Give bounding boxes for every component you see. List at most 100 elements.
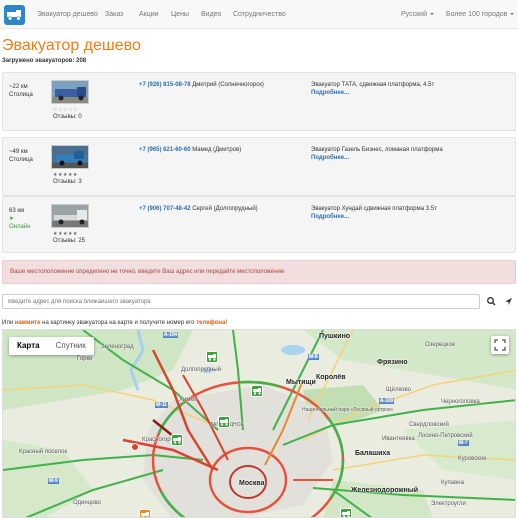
- search-button[interactable]: [484, 294, 499, 309]
- phone-number-link[interactable]: +7 (926) 815-08-78: [139, 82, 191, 88]
- location-status: Столица: [9, 157, 33, 163]
- truck-photo[interactable]: [51, 80, 89, 104]
- page-title: Эвакуатор дешево: [2, 37, 141, 54]
- loaded-count: Загружено эвакуаторов: 208: [2, 58, 87, 64]
- map-label: Озерецкое: [425, 342, 456, 348]
- nav-link-promotions[interactable]: Акции: [139, 11, 159, 18]
- map-label: Ивантеевка: [382, 436, 415, 442]
- current-location-pin[interactable]: [131, 443, 139, 451]
- tow-truck-card[interactable]: ~49 км Столица ★★★★★ Отзывы: 3 +7 (965) …: [2, 137, 516, 196]
- cities-dropdown[interactable]: Более 100 городов: [446, 11, 515, 18]
- rating-stars: ★★★★★: [53, 172, 78, 178]
- more-link[interactable]: Подробнее...: [311, 90, 349, 96]
- distance-block: ~22 км Столица: [9, 83, 33, 99]
- phone-line: +7 (926) 815-08-78 Дмитрий (Солнечногорс…: [139, 82, 264, 88]
- driver-name: Сергей (Долгопрудный): [192, 206, 258, 212]
- map-label: Щёлково: [386, 387, 411, 393]
- map-label: Пушкино: [319, 333, 351, 340]
- map-label: Лосино-Петровский: [418, 433, 473, 439]
- map-label: Долгопрудный: [181, 367, 222, 373]
- truck-description: Эвакуатор Хундай сдвижная платформа 3.5т: [311, 206, 437, 212]
- top-navbar: Эвакуатор дешево Заказ Акции Цены Видео …: [0, 0, 518, 29]
- hint-text: Или: [2, 320, 15, 326]
- distance-value: ~22 км: [9, 84, 28, 90]
- language-dropdown[interactable]: Русский: [401, 11, 434, 18]
- map-label: Королёв: [316, 374, 346, 381]
- truck-icon: [342, 511, 350, 517]
- hint-text: !: [225, 320, 228, 326]
- tow-truck-card[interactable]: ~22 км Столица ☆☆☆☆☆ Отзывы: 0 +7 (926) …: [2, 72, 516, 131]
- truck-icon: [173, 437, 181, 444]
- truck-photo[interactable]: [51, 145, 89, 169]
- tow-truck-marker[interactable]: [251, 385, 263, 397]
- tow-truck-marker[interactable]: [206, 351, 218, 363]
- road-badge: М-8: [308, 354, 319, 360]
- chevron-down-icon: [429, 13, 434, 16]
- nav-link-cheap-tow[interactable]: Эвакуатор дешево: [37, 11, 98, 18]
- hint-click-link[interactable]: нажмите: [15, 320, 41, 326]
- tab-map[interactable]: Карта: [9, 337, 48, 355]
- phone-number-link[interactable]: +7 (965) 621-60-60: [139, 147, 191, 153]
- more-link[interactable]: Подробнее...: [311, 214, 349, 220]
- hint-text: на картинку эвакуатора на карте и получи…: [40, 320, 197, 326]
- chevron-down-icon: [510, 13, 515, 16]
- reviews-count: Отзывы: 0: [53, 114, 82, 120]
- map-label: Балашиха: [355, 450, 391, 457]
- nav-link-order[interactable]: Заказ: [105, 11, 123, 18]
- more-link[interactable]: Подробнее...: [311, 155, 349, 161]
- nav-link-video[interactable]: Видео: [201, 11, 221, 18]
- map-label: Фрязино: [377, 359, 408, 366]
- map-label: Мытищи: [286, 379, 316, 386]
- truck-icon: [208, 354, 216, 361]
- rating-stars: ★★★★★: [53, 231, 78, 237]
- reviews-count: Отзывы: 25: [53, 238, 85, 244]
- phone-line: +7 (906) 707-48-42 Сергей (Долгопрудный): [139, 206, 258, 212]
- tab-satellite[interactable]: Спутник: [48, 337, 94, 355]
- phone-line: +7 (965) 621-60-60 Мамед (Дмитров): [139, 147, 241, 153]
- language-label: Русский: [401, 11, 427, 18]
- truck-photo[interactable]: [51, 204, 89, 228]
- online-arrow-icon: ➤: [9, 216, 15, 222]
- road-badge: М-7: [458, 440, 469, 446]
- fullscreen-icon: [494, 339, 506, 351]
- location-status: Столица: [9, 92, 33, 98]
- road-badge: A-104: [163, 332, 179, 338]
- hint-phone-word: телефона: [196, 320, 226, 326]
- tow-truck-card[interactable]: 63 км ➤ Онлайн ★★★★★ Отзывы: 25 +7 (906) …: [2, 196, 516, 253]
- map-label: Электроугли: [431, 501, 466, 507]
- driver-name: Мамед (Дмитров): [192, 147, 242, 153]
- distance-value: 63 км: [9, 208, 25, 214]
- map-type-switcher: Карта Спутник: [9, 337, 94, 355]
- map-label: Москва: [239, 480, 265, 487]
- phone-number-link[interactable]: +7 (906) 707-48-42: [139, 206, 191, 212]
- map-label: Черноголовка: [441, 399, 480, 405]
- road-badge: A-103: [379, 398, 395, 404]
- locate-me-button[interactable]: [501, 294, 516, 309]
- distance-block: 63 км ➤ Онлайн: [9, 207, 30, 231]
- cities-label: Более 100 городов: [446, 11, 508, 18]
- logo-tow-truck-icon[interactable]: [4, 5, 25, 25]
- map-label: Горки: [77, 356, 93, 362]
- map-label: Национальный парк «Лосиный остров»: [302, 407, 394, 413]
- tow-truck-marker[interactable]: [340, 508, 352, 517]
- nav-link-prices[interactable]: Цены: [171, 11, 189, 18]
- location-arrow-icon: [505, 298, 512, 305]
- road-badge: М-11: [155, 402, 169, 408]
- address-search-input[interactable]: [2, 294, 480, 309]
- distance-block: ~49 км Столица: [9, 148, 33, 164]
- tow-truck-marker[interactable]: [139, 509, 151, 517]
- search-icon: [487, 297, 496, 306]
- fullscreen-button[interactable]: [491, 336, 509, 354]
- map-label: Одинцово: [73, 500, 101, 506]
- tow-truck-marker[interactable]: [218, 416, 230, 428]
- road-badge: М-9: [48, 478, 59, 484]
- tow-truck-marker[interactable]: [171, 434, 183, 446]
- truck-icon: [141, 512, 149, 517]
- nav-link-partnership[interactable]: Сотрудничество: [233, 11, 286, 18]
- distance-value: ~49 км: [9, 149, 28, 155]
- map-view[interactable]: Зеленоград Долгопрудный Химки Мытищи Кор…: [2, 329, 516, 518]
- map-label: Химки: [179, 397, 197, 403]
- map-label: Купавна: [441, 480, 464, 486]
- online-status: ➤ Онлайн: [9, 215, 30, 231]
- map-label: Свердловский: [409, 422, 449, 428]
